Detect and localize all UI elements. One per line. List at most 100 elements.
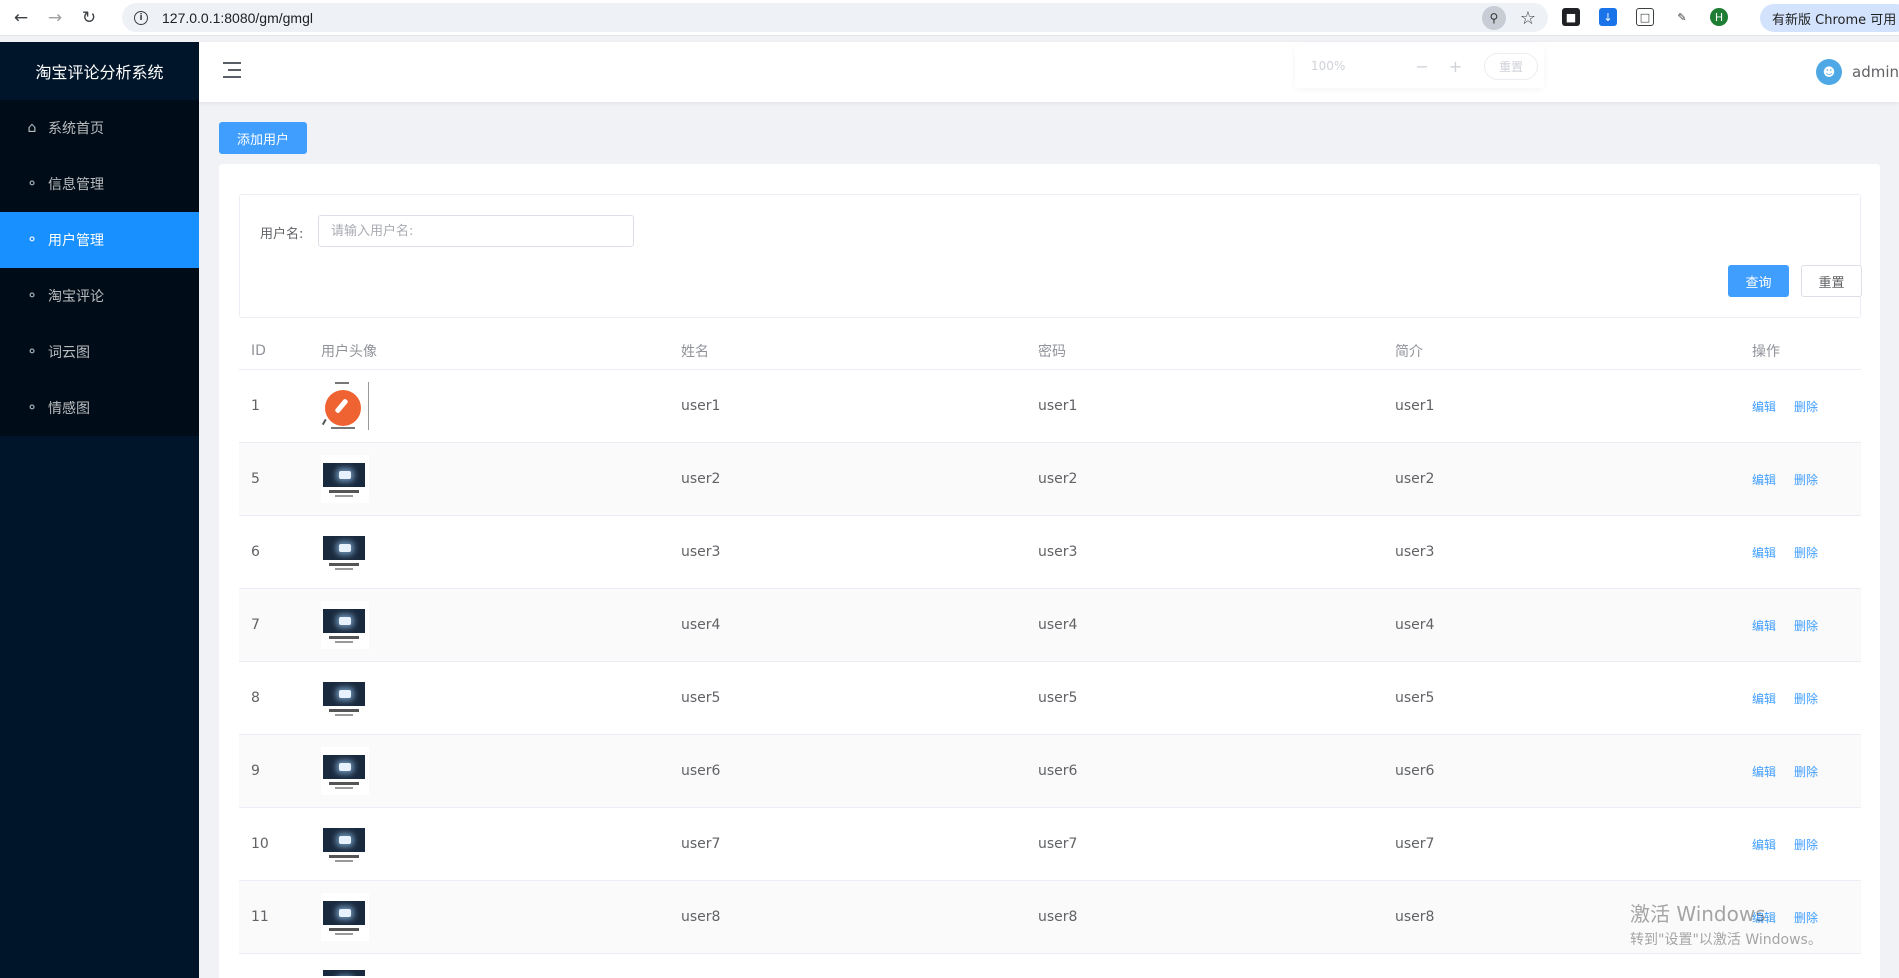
cell-name: user7 (681, 836, 721, 852)
user-avatar-image (321, 601, 369, 649)
chrome-update-button[interactable]: 有新版 Chrome 可用 (1760, 4, 1899, 32)
sidebar-item-comments[interactable]: ⚬ 淘宝评论 (0, 268, 199, 324)
delete-button[interactable]: 删除 (1794, 617, 1818, 634)
edit-button[interactable]: 编辑 (1752, 471, 1776, 488)
user-menu[interactable]: ☻ admin (1816, 59, 1899, 85)
sidebar-item-sentiment[interactable]: ⚬ 情感图 (0, 380, 199, 436)
home-icon: ⌂ (27, 120, 37, 136)
zoom-icon[interactable]: ⚲ (1481, 6, 1506, 30)
zoom-out-button[interactable]: − (1415, 57, 1428, 76)
cell-id: 5 (251, 471, 260, 487)
cell-password: user1 (1038, 398, 1078, 414)
cell-id: 11 (251, 909, 269, 925)
table-header: ID 用户头像 姓名 密码 简介 操作 (239, 332, 1861, 370)
cell-password: user8 (1038, 909, 1078, 925)
edit-button[interactable]: 编辑 (1752, 836, 1776, 853)
user-avatar-image (321, 893, 369, 941)
sidebar: 淘宝评论分析系统 ⌂ 系统首页 ⚬ 信息管理 ⚬ 用户管理 ⚬ 淘宝评论 ⚬ 词… (0, 42, 199, 978)
column-header-avatar: 用户头像 (321, 343, 377, 360)
cell-bio: user5 (1395, 690, 1435, 706)
user-table: ID 用户头像 姓名 密码 简介 操作 1 user1 user1 user1 … (239, 332, 1861, 978)
sidebar-item-label: 淘宝评论 (48, 289, 104, 305)
user-avatar-image (321, 455, 369, 503)
zoom-reset-button[interactable]: 重置 (1484, 52, 1539, 80)
user-avatar-image (321, 747, 369, 795)
user-icon: ⚬ (26, 344, 38, 360)
username[interactable]: admin (1852, 63, 1899, 81)
address-bar[interactable]: i 127.0.0.1:8080/gm/gmgl ⚲ ☆ (122, 3, 1548, 32)
search-panel: 用户名: 查询 重置 (239, 194, 1862, 318)
avatar[interactable]: ☻ (1816, 59, 1842, 85)
table-row: 8 user5 user5 user5 编辑 删除 (239, 662, 1861, 735)
table-row (239, 954, 1861, 978)
cell-id: 10 (251, 836, 269, 852)
zoom-in-button[interactable]: + (1449, 57, 1462, 76)
edit-button[interactable]: 编辑 (1752, 544, 1776, 561)
sidebar-item-users[interactable]: ⚬ 用户管理 (0, 212, 199, 268)
cell-bio: user7 (1395, 836, 1435, 852)
cell-id: 1 (251, 398, 260, 414)
cell-password: user7 (1038, 836, 1078, 852)
cell-id: 7 (251, 617, 260, 633)
search-label: 用户名: (260, 227, 304, 242)
edit-button[interactable]: 编辑 (1752, 763, 1776, 780)
edit-button[interactable]: 编辑 (1752, 398, 1776, 415)
delete-button[interactable]: 删除 (1794, 763, 1818, 780)
cell-id: 9 (251, 763, 260, 779)
extensions-area: ■ ↓ □ ✎ H (1562, 8, 1728, 26)
site-info-icon[interactable]: i (134, 10, 148, 25)
delete-button[interactable]: 删除 (1794, 544, 1818, 561)
cell-bio: user6 (1395, 763, 1435, 779)
add-user-button[interactable]: 添加用户 (219, 122, 307, 154)
cell-password: user2 (1038, 471, 1078, 487)
delete-button[interactable]: 删除 (1794, 690, 1818, 707)
cell-id: 6 (251, 544, 260, 560)
sidebar-item-label: 系统首页 (48, 121, 104, 137)
cell-bio: user1 (1395, 398, 1435, 414)
download-icon[interactable]: ↓ (1599, 8, 1617, 26)
tab-search-icon[interactable]: □ (1636, 8, 1654, 26)
bookmark-star-icon[interactable]: ☆ (1520, 8, 1536, 29)
user-avatar-image (321, 382, 369, 430)
table-row: 5 user2 user2 user2 编辑 删除 (239, 443, 1861, 516)
url-text[interactable]: 127.0.0.1:8080/gm/gmgl (162, 10, 313, 26)
watermark-title: 激活 Windows (1630, 902, 1766, 926)
cell-name: user2 (681, 471, 721, 487)
delete-button[interactable]: 删除 (1794, 398, 1818, 415)
cell-bio: user4 (1395, 617, 1435, 633)
edit-button[interactable]: 编辑 (1752, 690, 1776, 707)
username-search-input[interactable] (318, 215, 634, 247)
column-header-name: 姓名 (681, 343, 709, 360)
sidebar-item-home[interactable]: ⌂ 系统首页 (0, 100, 199, 156)
delete-button[interactable]: 删除 (1794, 836, 1818, 853)
sidebar-item-label: 情感图 (48, 401, 90, 417)
sidebar-item-wordcloud[interactable]: ⚬ 词云图 (0, 324, 199, 380)
cell-name: user1 (681, 398, 721, 414)
table-row: 7 user4 user4 user4 编辑 删除 (239, 589, 1861, 662)
cell-password: user6 (1038, 763, 1078, 779)
zoom-popup: 100% − + 重置 (1295, 44, 1544, 88)
delete-button[interactable]: 删除 (1794, 471, 1818, 488)
user-avatar-image (321, 820, 369, 868)
profile-icon[interactable]: H (1710, 8, 1728, 26)
reload-icon[interactable]: ↻ (76, 5, 102, 31)
edit-button[interactable]: 编辑 (1752, 617, 1776, 634)
reset-button[interactable]: 重置 (1801, 265, 1862, 297)
cell-password: user3 (1038, 544, 1078, 560)
collapse-menu-icon[interactable] (223, 62, 241, 78)
main-card: 用户名: 查询 重置 ID 用户头像 姓名 密码 简介 操作 1 user1 u… (219, 164, 1880, 978)
sidebar-item-info[interactable]: ⚬ 信息管理 (0, 156, 199, 212)
user-icon: ⚬ (26, 232, 38, 248)
query-button[interactable]: 查询 (1728, 265, 1789, 297)
cell-password: user5 (1038, 690, 1078, 706)
forward-icon[interactable]: → (42, 5, 68, 31)
watermark-subtitle: 转到"设置"以激活 Windows。 (1630, 932, 1822, 948)
cell-id: 8 (251, 690, 260, 706)
app-title: 淘宝评论分析系统 (0, 42, 199, 100)
chrome-update-label: 有新版 Chrome 可用 (1772, 12, 1897, 28)
user-avatar-image (321, 962, 369, 976)
back-icon[interactable]: ← (8, 5, 34, 31)
extension-icon[interactable]: ■ (1562, 8, 1580, 26)
puzzle-icon[interactable]: ✎ (1673, 8, 1691, 26)
cell-name: user5 (681, 690, 721, 706)
